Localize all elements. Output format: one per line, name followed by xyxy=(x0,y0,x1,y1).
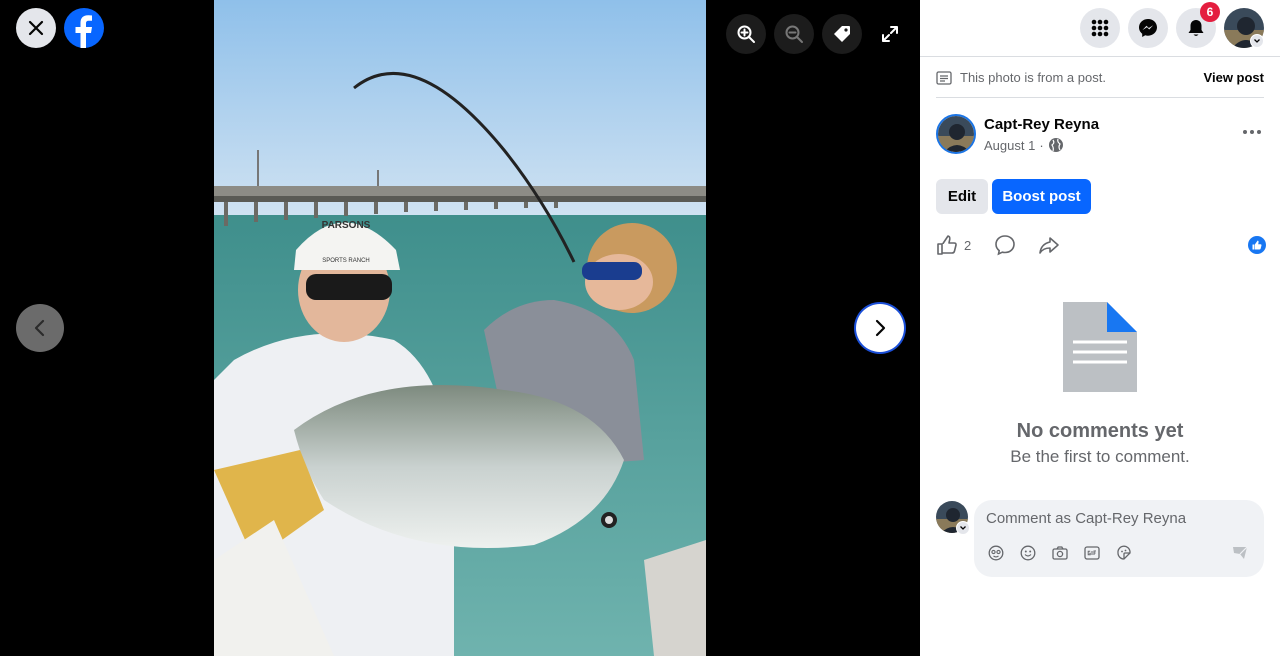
share-button[interactable] xyxy=(1038,234,1060,261)
cap-logo-text: PARSONS xyxy=(322,220,371,231)
empty-comments-subtitle: Be the first to comment. xyxy=(1010,447,1190,466)
photo-upload-button[interactable] xyxy=(1052,545,1068,561)
send-comment-button[interactable] xyxy=(1232,545,1248,566)
author-name[interactable]: Capt-Rey Reyna xyxy=(984,116,1099,133)
meta-separator: · xyxy=(1039,137,1044,153)
like-button[interactable]: 2 xyxy=(936,234,971,256)
globe-icon xyxy=(1048,138,1063,152)
menu-grid-icon xyxy=(1091,19,1109,37)
messenger-icon xyxy=(1139,19,1157,37)
facebook-logo-icon xyxy=(64,8,104,48)
fullscreen-button[interactable] xyxy=(870,14,910,54)
bell-icon xyxy=(1188,20,1204,36)
chevron-down-icon xyxy=(1254,39,1260,43)
chevron-right-icon xyxy=(875,319,886,337)
emoji-button[interactable] xyxy=(1020,545,1036,561)
camera-icon xyxy=(1052,546,1068,560)
post-photo[interactable]: PARSONS SPORTS RANCH xyxy=(214,0,706,656)
comment-tools xyxy=(988,545,1132,561)
close-button[interactable] xyxy=(16,8,56,48)
edit-button[interactable]: Edit xyxy=(936,179,988,214)
like-reaction-badge[interactable] xyxy=(1248,236,1266,254)
boost-post-button[interactable]: Boost post xyxy=(992,179,1091,214)
cap-logo-subtext: SPORTS RANCH xyxy=(322,258,370,264)
sticker-icon xyxy=(1117,545,1131,560)
send-icon xyxy=(1233,546,1248,559)
facebook-logo[interactable] xyxy=(64,8,104,48)
post-source-bar: This photo is from a post. View post xyxy=(936,68,1264,98)
notification-badge: 6 xyxy=(1200,2,1220,22)
reaction-bar: 2 xyxy=(936,234,1266,258)
gif-icon xyxy=(1084,546,1100,560)
menu-button[interactable] xyxy=(1080,8,1120,48)
post-date[interactable]: August 1 xyxy=(984,138,1035,153)
comment-composer xyxy=(936,500,1264,578)
messenger-button[interactable] xyxy=(1128,8,1168,48)
composer-profile-chevron[interactable] xyxy=(956,521,970,535)
comment-bubble-icon xyxy=(995,235,1015,256)
top-navigation: 6 xyxy=(920,0,1280,57)
share-arrow-icon xyxy=(1039,237,1059,254)
thumbs-up-icon xyxy=(937,235,957,255)
zoom-in-button[interactable] xyxy=(726,14,766,54)
zoom-out-icon xyxy=(785,25,803,43)
post-side-panel: 6 This photo is from a post. View post C… xyxy=(920,0,1280,656)
photo-viewer: PARSONS SPORTS RANCH xyxy=(0,0,920,656)
avatar-sticker-icon xyxy=(988,545,1004,561)
more-horizontal-icon xyxy=(1243,130,1261,134)
emoji-icon xyxy=(1020,545,1036,561)
view-post-link[interactable]: View post xyxy=(1204,70,1264,85)
empty-comments-state: No comments yet Be the first to comment. xyxy=(920,302,1280,467)
document-icon xyxy=(1063,302,1137,392)
post-author: Capt-Rey Reyna August 1 · xyxy=(936,114,1264,154)
previous-photo-button[interactable] xyxy=(16,304,64,352)
chevron-left-icon xyxy=(34,319,45,337)
zoom-out-button[interactable] xyxy=(774,14,814,54)
post-meta: August 1 · xyxy=(984,137,1064,153)
next-photo-button[interactable] xyxy=(856,304,904,352)
photo-illustration: PARSONS SPORTS RANCH xyxy=(214,0,706,656)
zoom-in-icon xyxy=(737,25,755,43)
sticker-button[interactable] xyxy=(1116,545,1132,561)
post-options-button[interactable] xyxy=(1240,120,1264,144)
chevron-down-icon xyxy=(960,526,966,530)
comment-input[interactable] xyxy=(986,508,1252,528)
tag-button[interactable] xyxy=(822,14,862,54)
author-avatar[interactable] xyxy=(936,114,976,154)
gif-button[interactable] xyxy=(1084,545,1100,561)
account-menu-chevron[interactable] xyxy=(1250,34,1264,48)
post-icon xyxy=(936,71,952,85)
author-avatar-image xyxy=(938,116,974,152)
comment-box xyxy=(974,500,1264,577)
thumbs-up-filled-icon xyxy=(1252,240,1262,250)
empty-comments-title: No comments yet xyxy=(1016,420,1184,442)
avatar-sticker-button[interactable] xyxy=(988,545,1004,561)
close-icon xyxy=(28,20,44,36)
comment-button[interactable] xyxy=(994,234,1016,261)
post-source-text: This photo is from a post. xyxy=(960,70,1106,85)
expand-icon xyxy=(882,26,898,42)
tag-icon xyxy=(834,26,850,42)
like-count: 2 xyxy=(964,237,972,253)
post-actions: Edit Boost post xyxy=(936,179,1091,214)
